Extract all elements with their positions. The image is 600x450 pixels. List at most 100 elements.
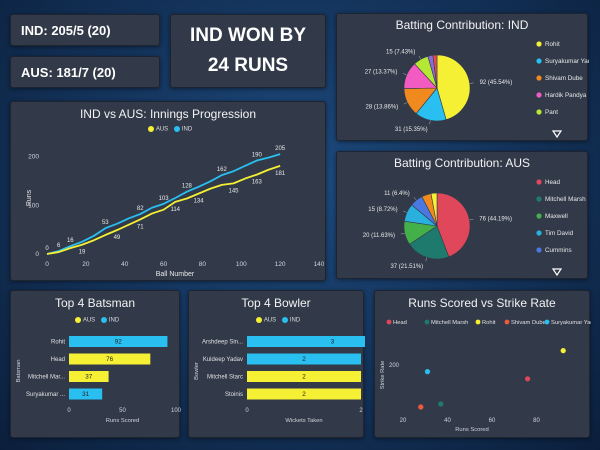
batsman-bar-value: 76 [106, 356, 114, 363]
x-tick-label: 0 [45, 261, 49, 268]
data-label-ind: 0 [45, 246, 49, 252]
aus-pie-leader-line [403, 210, 407, 213]
ind-pie-legend-label: Shivam Dube [545, 75, 583, 82]
aus-pie-data-label: 15 (8.72%) [368, 207, 397, 213]
batsman-x-tick-label: 0 [67, 408, 71, 414]
innings-progression-card: IND vs AUS: Innings Progression AUS IND … [10, 101, 326, 281]
aus-pie-legend-label: Maxwell [545, 213, 568, 220]
scatter-legend-dot [544, 319, 550, 325]
top-batsman-card: Top 4 Batsman AUS IND Rohit 92 Head 76 Mitch… [10, 290, 181, 438]
data-label-aus: 134 [194, 199, 205, 205]
aus-pie-data-label: 37 (21.51%) [390, 264, 423, 270]
data-label-ind: 190 [252, 153, 263, 159]
x-tick-label: 120 [275, 261, 286, 268]
top-batsman-bar-chart: Rohit 92 Head 76 Mitchell Mar... 37 Suryakumar… [16, 336, 181, 424]
x-tick-label: 20 [82, 261, 90, 268]
aus-pie-leader-line [469, 219, 474, 221]
ind-pie-legend-dot [536, 75, 542, 81]
ind-pie-data-label: 31 (15.35%) [395, 127, 428, 133]
scatter-legend-label: Mitchell Marsh [431, 320, 468, 326]
batsman-bar-value: 92 [115, 339, 123, 346]
data-label-aus: 114 [170, 207, 180, 213]
data-label-aus: 145 [229, 188, 240, 194]
bowler-category-label: Arshdeep Sin... [202, 340, 243, 346]
batting-aus-pie-chart: 76 (44.19%) 37 (21.51%) 20 (11.63%) 15 (8.7… [363, 179, 586, 277]
ind-pie-leader-line [429, 120, 431, 125]
series-line-aus [46, 165, 281, 255]
batsman-category-label: Suryakumar ... [26, 392, 65, 398]
x-tick-label: 60 [160, 261, 168, 268]
bowler-category-label: Stoinis [225, 392, 243, 398]
bowler-bar-value: 2 [302, 374, 306, 381]
scatter-legend-label: Suryakumar Yadav [551, 320, 591, 326]
ind-pie-leader-line [402, 73, 407, 76]
bowler-bar [247, 336, 365, 347]
aus-pie-data-label: 11 (6.4%) [384, 191, 410, 197]
ind-pie-legend-dot [536, 58, 542, 64]
y-tick-label: 200 [28, 154, 39, 161]
batting-aus-card: Batting Contribution: AUS 76 (44.19%) 37 … [336, 151, 588, 279]
data-label-aus: 49 [114, 235, 121, 241]
ind-score: IND: 205/5 (20) [21, 22, 111, 38]
data-label-aus: 19 [79, 250, 86, 256]
batsman-category-label: Head [51, 357, 65, 363]
batsman-bar-value: 37 [85, 374, 93, 381]
aus-pie-data-label: 76 (44.19%) [479, 216, 512, 222]
ind-pie-data-label: 27 (13.37%) [365, 69, 398, 75]
ind-pie-legend-label: Hardik Pandya [545, 92, 587, 99]
ind-pie-leader-line [403, 102, 408, 105]
scatter-y-axis-label: Strike Rate [380, 361, 386, 390]
bowler-x-axis-label: Wickets Taken [285, 418, 322, 424]
scatter-legend-dot [386, 319, 392, 325]
ind-pie-leader-line [418, 55, 422, 60]
x-tick-label: 140 [314, 261, 325, 268]
ind-pie-legend-label: Suryakumar Yadav [545, 58, 589, 65]
series-line-ind [46, 153, 281, 255]
data-label-ind: 82 [137, 206, 144, 212]
bowler-y-axis-label: Bowler [194, 362, 200, 380]
aus-pie-leader-line [413, 196, 417, 201]
scatter-legend-dot [424, 319, 430, 325]
bowler-bar-value: 2 [302, 356, 306, 363]
bowler-x-tick-label: 0 [245, 408, 249, 414]
batsman-x-tick-label: 100 [171, 408, 181, 414]
batsman-bar-value: 31 [82, 391, 90, 398]
data-label-aus: 181 [275, 171, 286, 177]
data-label-ind: 16 [67, 238, 74, 244]
result-line-1: IND WON BY [189, 25, 307, 46]
scatter-legend-label: Shivam Dube [511, 320, 546, 326]
scatter-x-tick-label: 40 [444, 418, 451, 424]
data-label-ind: 53 [102, 220, 109, 226]
scatter-legend-dot [475, 319, 481, 325]
scatter-point [418, 404, 424, 410]
aus-pie-legend-dot [536, 247, 542, 253]
scatter-legend-label: Rohit [482, 320, 496, 326]
aus-pie-legend-dot [536, 230, 542, 236]
aus-pie-legend-label: Head [545, 179, 561, 186]
y-tick-label: 0 [35, 251, 39, 258]
bowler-bar-value: 3 [331, 339, 335, 346]
batsman-x-tick-label: 50 [119, 408, 126, 414]
data-label-ind: 103 [159, 196, 170, 202]
scatter-legend-label: Head [393, 320, 407, 326]
bowler-x-tick-label: 2 [359, 408, 363, 414]
x-tick-label: 80 [199, 261, 207, 268]
legend-scroll-down-icon [551, 268, 563, 277]
data-label-aus: 163 [252, 180, 263, 186]
aus-pie-legend-label: Tim David [545, 230, 574, 237]
aus-score: AUS: 181/7 (20) [21, 64, 116, 80]
data-label-ind: 162 [217, 167, 228, 173]
scatter-point [525, 376, 531, 382]
bowler-category-label: Kuldeep Yadav [203, 357, 243, 363]
scatter-point [424, 369, 431, 375]
scatter-point [438, 401, 444, 407]
result-line-2: 24 RUNS [207, 55, 289, 76]
scatter-x-tick-label: 60 [489, 418, 496, 424]
ind-pie-legend-dot [536, 109, 542, 115]
scatter-x-tick-label: 20 [400, 418, 407, 424]
aus-pie-legend-dot [536, 213, 542, 219]
data-label-ind: 6 [57, 243, 61, 249]
batting-ind-card: Batting Contribution: IND 92 (45.54%) 31 … [336, 13, 589, 141]
top-bowler-card: Top 4 Bowler AUS IND Arshdeep Sin... 3 Kul… [188, 290, 365, 438]
ind-pie-data-label: 92 (45.54%) [480, 80, 513, 86]
